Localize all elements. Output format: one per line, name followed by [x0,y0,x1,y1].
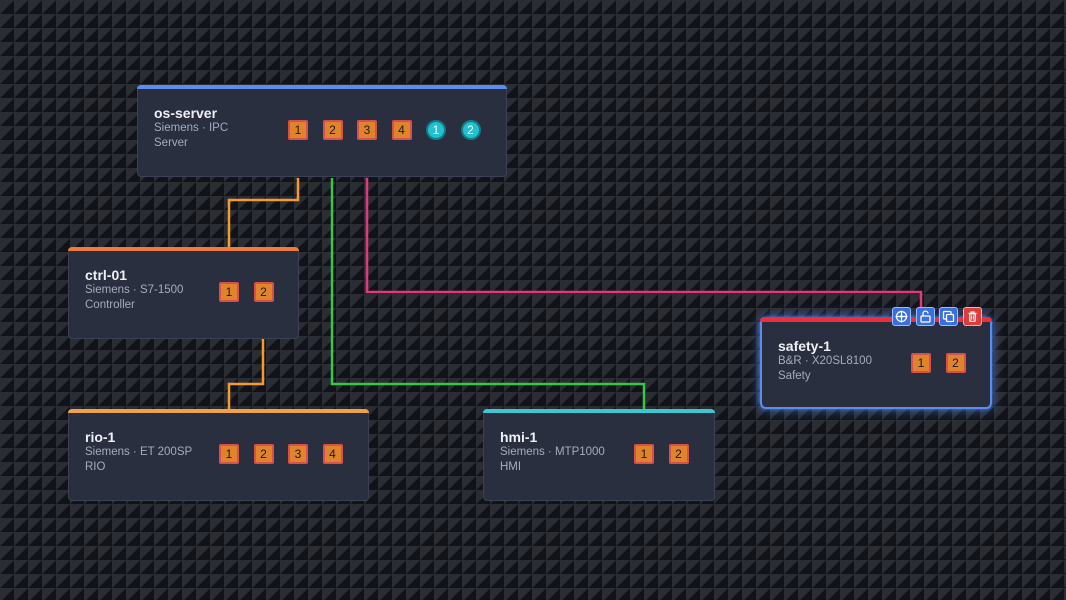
io-port-2[interactable]: 2 [253,282,274,302]
node-toolbar [892,307,986,326]
port-list: 1234 [219,444,357,464]
network-port-2[interactable]: 2 [460,120,481,140]
node-name: rio-1 [85,429,116,445]
io-port-1[interactable]: 1 [288,120,308,140]
node-type-bar [483,409,715,413]
node-vendor: Siemens · ET 200SP [85,446,193,458]
node-role: Controller [85,299,135,311]
node-name: safety-1 [778,338,831,354]
io-port-4[interactable]: 4 [322,444,343,464]
io-port-3[interactable]: 3 [288,444,308,464]
node-type-bar [68,247,299,251]
io-port-2[interactable]: 2 [253,444,274,464]
node-role: HMI [500,461,522,473]
port-list: 12 [911,353,980,373]
node-hmi-1[interactable]: hmi-1 Siemens · MTP1000 HMI 12 [483,409,715,501]
duplicate-icon[interactable] [939,307,958,326]
node-safety-1[interactable]: safety-1 B&R · X20SL8100 Safety 12 [760,317,992,409]
node-name: ctrl-01 [85,267,128,283]
io-port-3[interactable]: 3 [357,120,377,140]
io-port-1[interactable]: 1 [219,282,239,302]
node-vendor: Siemens · MTP1000 [500,446,605,458]
node-role: Safety [778,370,811,382]
node-os-server[interactable]: os-server Siemens · IPC Server 123412 [137,85,507,177]
io-port-1[interactable]: 1 [634,444,654,464]
io-port-4[interactable]: 4 [391,120,412,140]
port-list: 123412 [288,120,495,140]
node-ctrl-01[interactable]: ctrl-01 Siemens · S7-1500 Controller 12 [68,247,299,339]
node-vendor: Siemens · IPC [154,122,229,134]
io-port-2[interactable]: 2 [322,120,343,140]
node-type-bar [68,409,369,413]
node-rio-1[interactable]: rio-1 Siemens · ET 200SP RIO 1234 [68,409,369,501]
node-role: Server [154,137,188,149]
node-name: hmi-1 [500,429,538,445]
io-port-1[interactable]: 1 [911,353,931,373]
node-type-bar [137,85,507,89]
node-vendor: B&R · X20SL8100 [778,355,872,367]
io-port-1[interactable]: 1 [219,444,239,464]
io-port-2[interactable]: 2 [668,444,689,464]
target-icon[interactable] [892,307,911,326]
port-list: 12 [219,282,288,302]
node-vendor: Siemens · S7-1500 [85,284,184,296]
unlock-icon[interactable] [915,307,935,326]
port-list: 12 [634,444,703,464]
io-port-2[interactable]: 2 [945,353,966,373]
node-role: RIO [85,461,106,473]
delete-icon[interactable] [962,307,982,326]
network-port-1[interactable]: 1 [426,120,446,140]
node-name: os-server [154,105,218,121]
